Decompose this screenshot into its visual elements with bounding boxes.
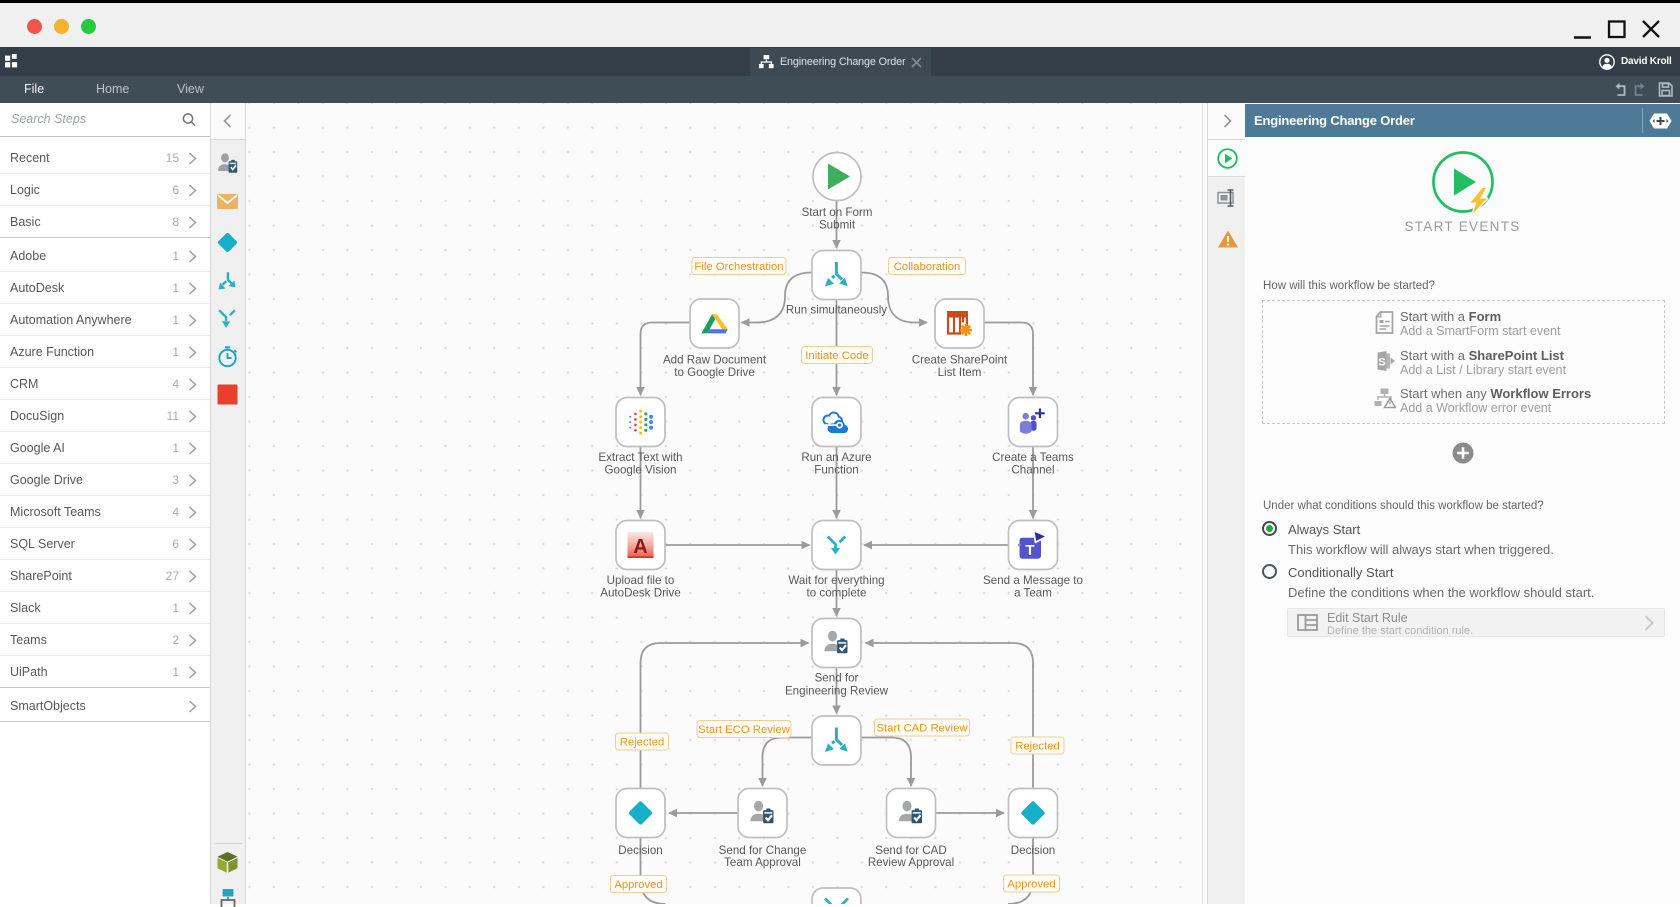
svg-text:Rejected: Rejected — [1015, 741, 1060, 753]
svg-text:Function: Function — [814, 464, 858, 477]
svg-text:Review Approval: Review Approval — [868, 856, 954, 869]
svg-text:Add Raw Document: Add Raw Document — [663, 354, 767, 367]
svg-text:Create SharePoint: Create SharePoint — [912, 354, 1008, 367]
svg-text:A: A — [633, 536, 647, 558]
svg-text:Run simultaneously: Run simultaneously — [786, 304, 887, 317]
svg-text:Decision: Decision — [618, 844, 662, 857]
svg-text:Collaboration: Collaboration — [894, 261, 961, 273]
svg-text:Decision: Decision — [1011, 844, 1055, 857]
svg-text:Start on Form: Start on Form — [802, 206, 873, 219]
svg-text:Send for: Send for — [815, 672, 859, 685]
svg-text:Channel: Channel — [1011, 464, 1054, 477]
svg-text:Run an Azure: Run an Azure — [801, 451, 871, 464]
svg-text:File Orchestration: File Orchestration — [694, 261, 783, 273]
svg-text:Google Vision: Google Vision — [605, 464, 677, 477]
svg-text:to Google Drive: to Google Drive — [674, 366, 755, 379]
svg-text:Extract Text with: Extract Text with — [598, 451, 682, 464]
svg-text:Send a Message to: Send a Message to — [983, 574, 1083, 587]
svg-text:Initiate Code: Initiate Code — [805, 350, 868, 362]
svg-text:Start ECO Review: Start ECO Review — [698, 724, 790, 736]
svg-text:Submit: Submit — [819, 219, 856, 232]
svg-text:Approved: Approved — [1007, 879, 1055, 891]
svg-text:T: T — [1025, 542, 1034, 559]
svg-text:AutoDesk Drive: AutoDesk Drive — [600, 587, 681, 600]
svg-text:Approved: Approved — [614, 879, 662, 891]
svg-text:Team Approval: Team Approval — [724, 856, 801, 869]
svg-text:S: S — [1378, 357, 1385, 369]
svg-text:List Item: List Item — [938, 366, 982, 379]
svg-text:Start CAD Review: Start CAD Review — [876, 723, 968, 735]
svg-text:to complete: to complete — [807, 587, 867, 600]
svg-text:Create a Teams: Create a Teams — [992, 451, 1074, 464]
svg-text:Wait for everything: Wait for everything — [788, 574, 884, 587]
svg-text:Rejected: Rejected — [620, 737, 665, 749]
svg-text:a Team: a Team — [1014, 587, 1052, 600]
svg-text:Upload file to: Upload file to — [607, 574, 675, 587]
svg-text:Engineering Review: Engineering Review — [785, 685, 889, 698]
